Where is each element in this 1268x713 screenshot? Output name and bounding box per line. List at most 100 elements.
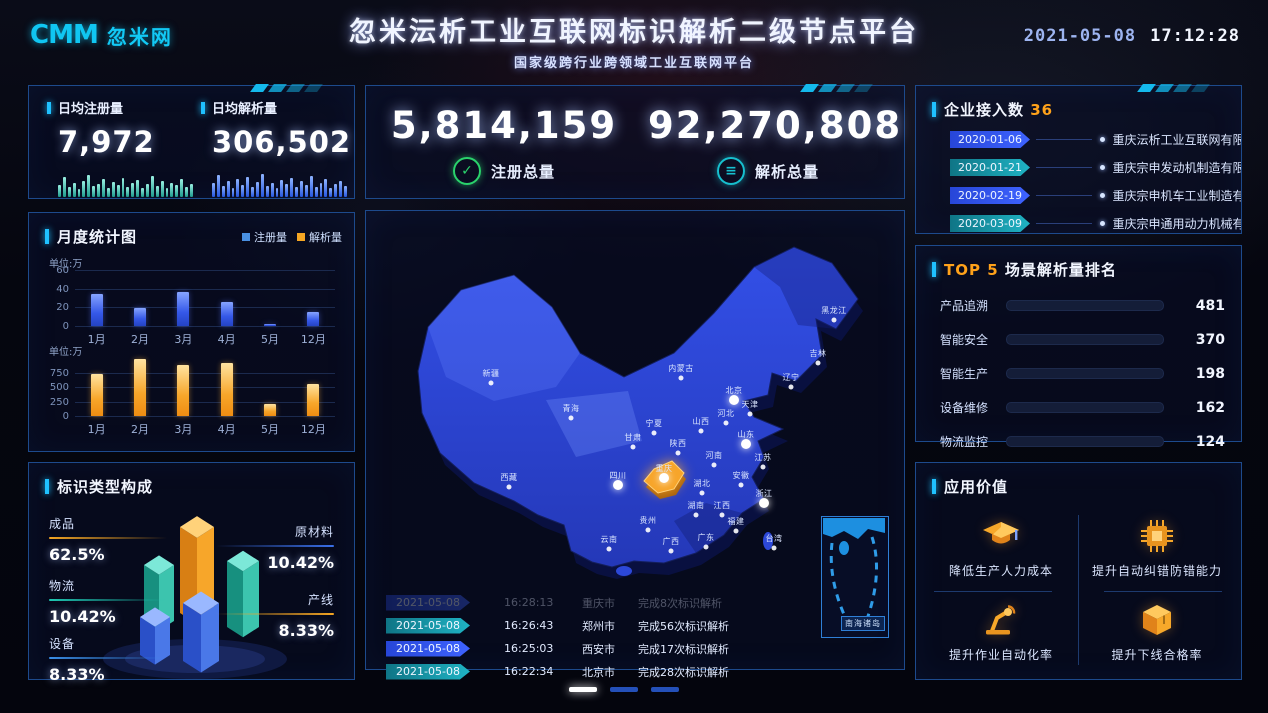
enterprise-item: 2020-02-19重庆宗申机车工业制造有... bbox=[950, 187, 1241, 204]
header-time: 17:12:28 bbox=[1150, 26, 1240, 46]
ticker-city: 重庆市 bbox=[582, 595, 638, 611]
ticker-row: 2021-05-0816:22:34北京市完成28次标识解析 bbox=[386, 660, 886, 683]
spark-bar bbox=[58, 185, 61, 197]
province-dot bbox=[652, 431, 657, 436]
spark-bar bbox=[92, 186, 95, 197]
pagination-dot-3[interactable] bbox=[651, 687, 679, 692]
bar-5月 bbox=[264, 324, 276, 326]
panel-china-map: 新疆西藏青海甘肃内蒙古黑龙江吉林辽宁北京天津河北山西山东河南陕西宁夏江苏安徽湖北… bbox=[365, 210, 905, 670]
spark-bar bbox=[112, 182, 115, 197]
spark-bar bbox=[310, 176, 313, 197]
province-dot bbox=[759, 498, 769, 508]
x-tick-label: 5月 bbox=[250, 421, 290, 437]
province-label: 浙江 bbox=[756, 488, 773, 498]
spark-bar bbox=[97, 184, 100, 197]
ticker-message: 完成56次标识解析 bbox=[638, 618, 729, 634]
monthly-legend: 注册量解析量 bbox=[242, 229, 342, 245]
ticker-date-badge: 2021-05-08 bbox=[386, 664, 470, 680]
appvalue-item: 提升作业自动化率 bbox=[926, 599, 1076, 663]
ticker-city: 郑州市 bbox=[582, 618, 638, 634]
label-connector-line bbox=[216, 545, 334, 547]
timeline-line bbox=[1036, 223, 1092, 224]
province-dot bbox=[569, 416, 574, 421]
top5-row: 智能安全370 bbox=[940, 331, 1225, 348]
appvalue-grid: 降低生产人力成本提升自动纠错防错能力提升作业自动化率提升下线合格率 bbox=[916, 507, 1241, 667]
gridline bbox=[75, 373, 335, 374]
top5-label: 物流监控 bbox=[940, 433, 1006, 450]
ticker-row: 2021-05-0816:28:13重庆市完成8次标识解析 bbox=[386, 591, 886, 614]
ticker-message: 完成8次标识解析 bbox=[638, 595, 722, 611]
corner-slash-decoration bbox=[253, 84, 320, 92]
composition-label-成品: 成品62.5% bbox=[49, 515, 167, 564]
register-bar-chart: 单位:万60402001月2月3月4月5月12月 bbox=[29, 255, 354, 351]
province-dot bbox=[694, 513, 699, 518]
province-label: 贵州 bbox=[640, 515, 657, 525]
top5-bar-track bbox=[1006, 436, 1164, 447]
spark-bar bbox=[329, 188, 332, 197]
province-label: 重庆 bbox=[656, 463, 673, 473]
province-label: 天津 bbox=[742, 399, 759, 409]
page-subtitle: 国家级跨行业跨领域工业互联网平台 bbox=[0, 52, 1268, 71]
panel-top5-scenes: TOP 5 场景解析量排名 产品追溯481智能安全370智能生产198设备维修1… bbox=[915, 245, 1242, 442]
ticker-date-badge: 2021-05-08 bbox=[386, 618, 470, 634]
enterprise-name: 重庆宗申发动机制造有限... bbox=[1113, 159, 1241, 176]
spark-bar bbox=[246, 177, 249, 197]
province-dot bbox=[739, 483, 744, 488]
label-connector-line bbox=[49, 657, 167, 659]
total-register-block: 5,814,159 ✓ 注册总量 bbox=[384, 104, 624, 185]
daily-parse-block: 日均解析量 306,502 bbox=[201, 98, 347, 197]
tick-bar-icon bbox=[47, 102, 51, 114]
province-dot bbox=[489, 381, 494, 386]
box-icon bbox=[1082, 599, 1232, 637]
header: CMM 忽米网 忽米沄析工业互联网标识解析二级节点平台 国家级跨行业跨领域工业互… bbox=[0, 0, 1268, 70]
composition-title: 标识类型构成 bbox=[57, 476, 153, 497]
enterprise-date-badge: 2020-01-21 bbox=[950, 159, 1030, 176]
ticker-message: 完成28次标识解析 bbox=[638, 664, 729, 680]
spark-bar bbox=[266, 186, 269, 197]
check-icon: ✓ bbox=[453, 157, 481, 185]
province-label: 山东 bbox=[738, 429, 755, 439]
appvalue-label: 提升作业自动化率 bbox=[926, 646, 1076, 663]
total-parse-value: 92,270,808 bbox=[648, 104, 888, 147]
province-label: 西藏 bbox=[501, 472, 518, 482]
spark-bar bbox=[300, 181, 303, 197]
pagination-dot-2[interactable] bbox=[610, 687, 638, 692]
spark-bar bbox=[285, 184, 288, 197]
dashboard: CMM 忽米网 忽米沄析工业互联网标识解析二级节点平台 国家级跨行业跨领域工业互… bbox=[0, 0, 1268, 713]
bar-3月 bbox=[177, 365, 189, 416]
spark-bar bbox=[315, 187, 318, 197]
total-parse-label: 解析总量 bbox=[755, 161, 819, 182]
tick-bar-icon bbox=[201, 102, 205, 114]
spark-bar bbox=[126, 187, 129, 197]
province-label: 江西 bbox=[714, 501, 731, 510]
province-label: 新疆 bbox=[483, 368, 500, 378]
divider bbox=[934, 591, 1052, 592]
spark-bar bbox=[63, 177, 66, 197]
enterprise-date-badge: 2020-02-19 bbox=[950, 187, 1030, 204]
province-label: 四川 bbox=[610, 471, 627, 480]
spark-bar bbox=[107, 188, 110, 197]
pagination-dot-1[interactable] bbox=[569, 687, 597, 692]
spark-bar bbox=[136, 180, 139, 197]
enterprise-item: 2020-01-21 重庆宗申发动机制造有限... bbox=[950, 159, 1241, 176]
total-parse-block: 92,270,808 ≡ 解析总量 bbox=[648, 104, 888, 185]
enterprise-name: 重庆沄析工业互联网有限... bbox=[1113, 131, 1241, 148]
timeline-line bbox=[1036, 139, 1092, 140]
top5-row: 智能生产198 bbox=[940, 365, 1225, 382]
appvalue-item: 提升自动纠错防错能力 bbox=[1082, 515, 1232, 579]
top5-label: 智能生产 bbox=[940, 365, 1006, 382]
province-dot bbox=[789, 385, 794, 390]
total-register-label: 注册总量 bbox=[491, 161, 555, 182]
top5-title: 场景解析量排名 bbox=[1005, 261, 1117, 279]
top5-value: 124 bbox=[1196, 434, 1225, 450]
gridline bbox=[75, 402, 335, 403]
spark-bar bbox=[339, 181, 342, 197]
daily-register-label: 日均注册量 bbox=[58, 98, 123, 117]
tick-bar-icon bbox=[932, 102, 936, 117]
province-dot bbox=[704, 545, 709, 550]
province-label: 辽宁 bbox=[783, 372, 800, 382]
panel-monthly-stats: 月度统计图 注册量解析量 单位:万60402001月2月3月4月5月12月 单位… bbox=[28, 212, 355, 452]
province-label: 宁夏 bbox=[646, 418, 663, 428]
axis-unit-label: 单位:万 bbox=[49, 343, 82, 358]
header-date: 2021-05-08 bbox=[1024, 26, 1136, 46]
